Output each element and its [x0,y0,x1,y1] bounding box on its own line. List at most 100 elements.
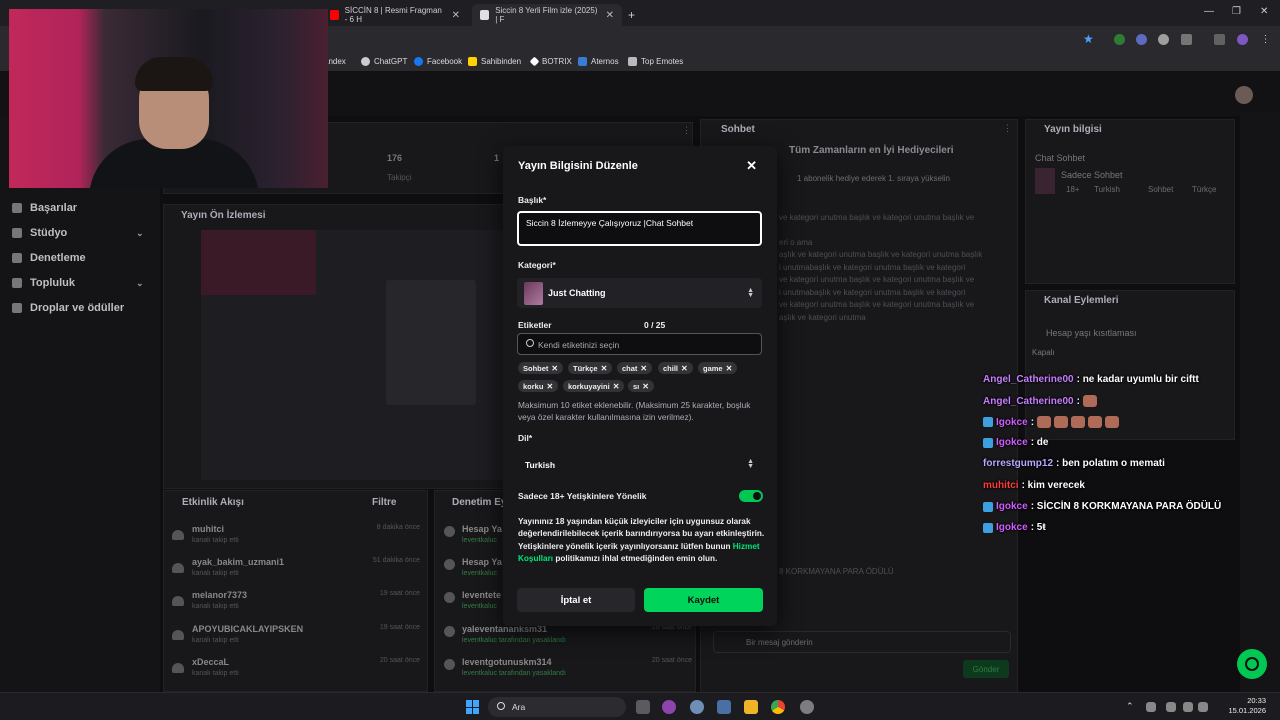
close-tab-icon[interactable]: ✕ [452,10,460,21]
chat-text: : SİCCİN 8 KORKMAYANA PARA ÖDÜLÜ [1030,501,1222,512]
tag-search-field[interactable] [517,333,762,355]
microphone-icon[interactable] [1146,702,1156,712]
remove-tag-icon[interactable]: ✕ [640,364,647,373]
activity-item: xDeccaL kanalı takip etti 20 saat önce [172,657,422,689]
taskbar-search[interactable]: Ara [488,697,626,717]
tags-count: 0 / 25 [644,320,666,330]
remove-tag-icon[interactable]: ✕ [546,382,553,391]
remove-tag-icon[interactable]: ✕ [642,382,649,391]
windows-taskbar: Ara ⌃ 20:33 15.01.2026 [0,692,1280,720]
tag-search-input[interactable] [538,337,753,352]
send-button[interactable]: Gönder [963,660,1009,678]
edit-stream-info-modal: Yayın Bilgisini Düzenle ✕ Başlık* Siccin… [503,146,777,626]
support-chat-button[interactable] [1237,649,1267,679]
language-select[interactable]: Turkish ▲ ▼ [517,449,762,479]
followers-value: 176 [387,153,403,163]
ban-icon [444,592,455,603]
chat-text: : kim verecek [1021,480,1085,491]
battery-icon[interactable] [1198,702,1208,712]
cancel-button[interactable]: İptal et [517,588,635,612]
sidebar-item-moderation[interactable]: Denetleme [12,252,86,264]
bookmark-facebook[interactable]: Facebook [414,57,462,66]
network-icon[interactable] [1166,702,1176,712]
taskbar-clock[interactable]: 20:33 15.01.2026 [1228,696,1266,716]
task-view-icon[interactable] [636,700,650,714]
chat-username: forrestgump12 [983,458,1054,469]
emote-icon [1105,416,1120,428]
activity-item: ayak_bakim_uzmani1 kanalı takip etti 51 da… [172,557,422,589]
chat-username: Igokce [996,416,1028,428]
menu-dots-icon[interactable]: ⋮ [682,125,691,136]
moderator-badge-icon [983,417,993,427]
bookmark-botrix[interactable]: BOTRIX [529,56,572,67]
followers-label: Takipçi [387,173,412,182]
store-icon[interactable] [717,700,731,714]
chevron-down-icon: ⌄ [136,227,144,238]
audit-item: yaleventananksm31 leventkaluc tarafından … [444,624,694,656]
category-select[interactable]: Just Chatting ▲ ▼ [517,278,762,308]
search-icon [497,702,505,710]
bookmark-star-icon[interactable]: ★ [1083,32,1094,46]
info-tag: Turkish [1094,185,1120,194]
app-icon[interactable] [800,700,814,714]
remove-tag-icon[interactable]: ✕ [726,364,733,373]
sort-arrows-icon: ▲ ▼ [747,458,754,470]
settings-icon[interactable] [690,700,704,714]
extension-shield-icon[interactable] [1114,34,1125,45]
extension-translate-icon[interactable] [1136,34,1147,45]
user-avatar[interactable] [1235,86,1253,104]
preview-modal [386,280,476,405]
minimize-icon[interactable]: — [1204,6,1214,17]
remove-tag-icon[interactable]: ✕ [551,364,558,373]
menu-dots-icon[interactable]: ⋮ [1003,123,1012,134]
profile-avatar[interactable] [1237,34,1248,45]
close-window-icon[interactable]: ✕ [1260,6,1268,17]
bookmark-aternos[interactable]: Aternos [578,57,619,66]
extension-icon[interactable] [1158,34,1169,45]
sidebar-item-achievements[interactable]: Başarılar [12,202,77,214]
remove-tag-icon[interactable]: ✕ [601,364,608,373]
tab-siccin-film[interactable]: Siccin 8 Yerli Film izle (2025) | F ✕ [472,4,622,26]
clock-date: 15.01.2026 [1228,706,1266,715]
remove-tag-icon[interactable]: ✕ [613,382,620,391]
audit-item: leventgotunuskm314 leventkaluc tarafından… [444,657,694,689]
chat-input[interactable]: Bir mesaj gönderin [713,631,1011,653]
activity-filter[interactable]: Filtre [372,497,396,508]
chevron-up-icon[interactable]: ⌃ [1126,701,1134,712]
emote-icon [1071,416,1086,428]
toggle-knob [753,492,761,500]
heart-icon [172,596,184,606]
sidebar-item-drops[interactable]: Droplar ve ödüller [12,302,124,314]
close-icon[interactable]: ✕ [746,158,757,174]
chat-username: Igokce [996,522,1028,533]
chrome-icon[interactable] [771,700,785,714]
volume-icon[interactable] [1183,702,1193,712]
save-button[interactable]: Kaydet [644,588,763,612]
chatgpt-icon [361,57,370,66]
people-icon [12,278,22,288]
stream-info-game: Sadece Sohbet [1061,170,1123,180]
bookmark-sahibinden[interactable]: Sahibinden [468,57,521,66]
extensions-puzzle-icon[interactable] [1181,34,1192,45]
remove-tag-icon[interactable]: ✕ [681,364,688,373]
windows-start-icon[interactable] [466,700,480,714]
sidebar-item-studio[interactable]: Stüdyo ⌄ [12,227,160,239]
menu-dots-icon[interactable]: ⋮ [1260,34,1271,45]
sidepanel-icon[interactable] [1214,34,1225,45]
chat-message: Igokce: SİCCİN 8 KORKMAYANA PARA ÖDÜLÜ [983,501,1221,512]
new-tab-button[interactable]: + [620,4,643,26]
file-explorer-icon[interactable] [744,700,758,714]
sidebar-item-community[interactable]: Topluluk ⌄ [12,277,160,289]
language-label: Dil* [518,433,533,443]
bookmark-top-emotes[interactable]: Top Emotes [628,57,683,66]
app-icon[interactable] [662,700,676,714]
chat-message: Angel_Catherine00: ne kadar uyumlu bir c… [983,374,1199,385]
stream-title-input[interactable]: Siccin 8 İzlemeyye Çalışıyoruz |Chat Soh… [517,211,762,246]
bookmark-chatgpt[interactable]: ChatGPT [361,57,407,66]
maximize-icon[interactable]: ❐ [1232,6,1241,17]
age-restriction-toggle[interactable] [739,490,763,502]
chat-text: : de [1030,437,1049,448]
tab-siccin-trailer[interactable]: SİCCİN 8 | Resmi Fragman - 6 H ✕ [322,4,468,26]
close-tab-icon[interactable]: ✕ [606,10,614,21]
streamer-hair [135,57,213,91]
